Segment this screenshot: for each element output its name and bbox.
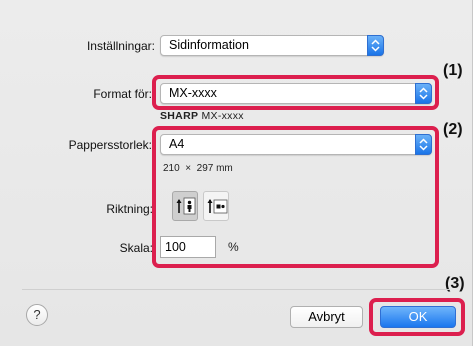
settings-value: Sidinformation [169, 38, 249, 52]
help-button[interactable]: ? [26, 304, 48, 326]
callout-2: (2) [443, 121, 463, 138]
settings-stepper-icon [367, 35, 384, 56]
cancel-button[interactable]: Avbryt [290, 306, 363, 328]
highlight-box-paper [152, 126, 439, 268]
ok-button[interactable]: OK [380, 306, 456, 328]
printer-description: SHARP MX-xxxx [160, 110, 244, 122]
paper-size-label: Pappersstorlek: [68, 138, 152, 152]
highlight-box-format [152, 75, 439, 110]
callout-1: (1) [443, 62, 463, 79]
format-for-label: Format för: [93, 87, 152, 101]
printer-model: MX-xxxx [201, 110, 244, 122]
settings-label: Inställningar: [86, 39, 155, 53]
printer-brand: SHARP [160, 110, 199, 122]
orientation-label: Riktning: [106, 202, 153, 216]
page-setup-dialog: Inställningar: Sidinformation Format för… [0, 0, 473, 346]
divider [22, 289, 450, 290]
settings-popup[interactable]: Sidinformation [160, 35, 384, 56]
scale-label: Skala: [119, 241, 153, 255]
callout-3: (3) [445, 275, 465, 292]
